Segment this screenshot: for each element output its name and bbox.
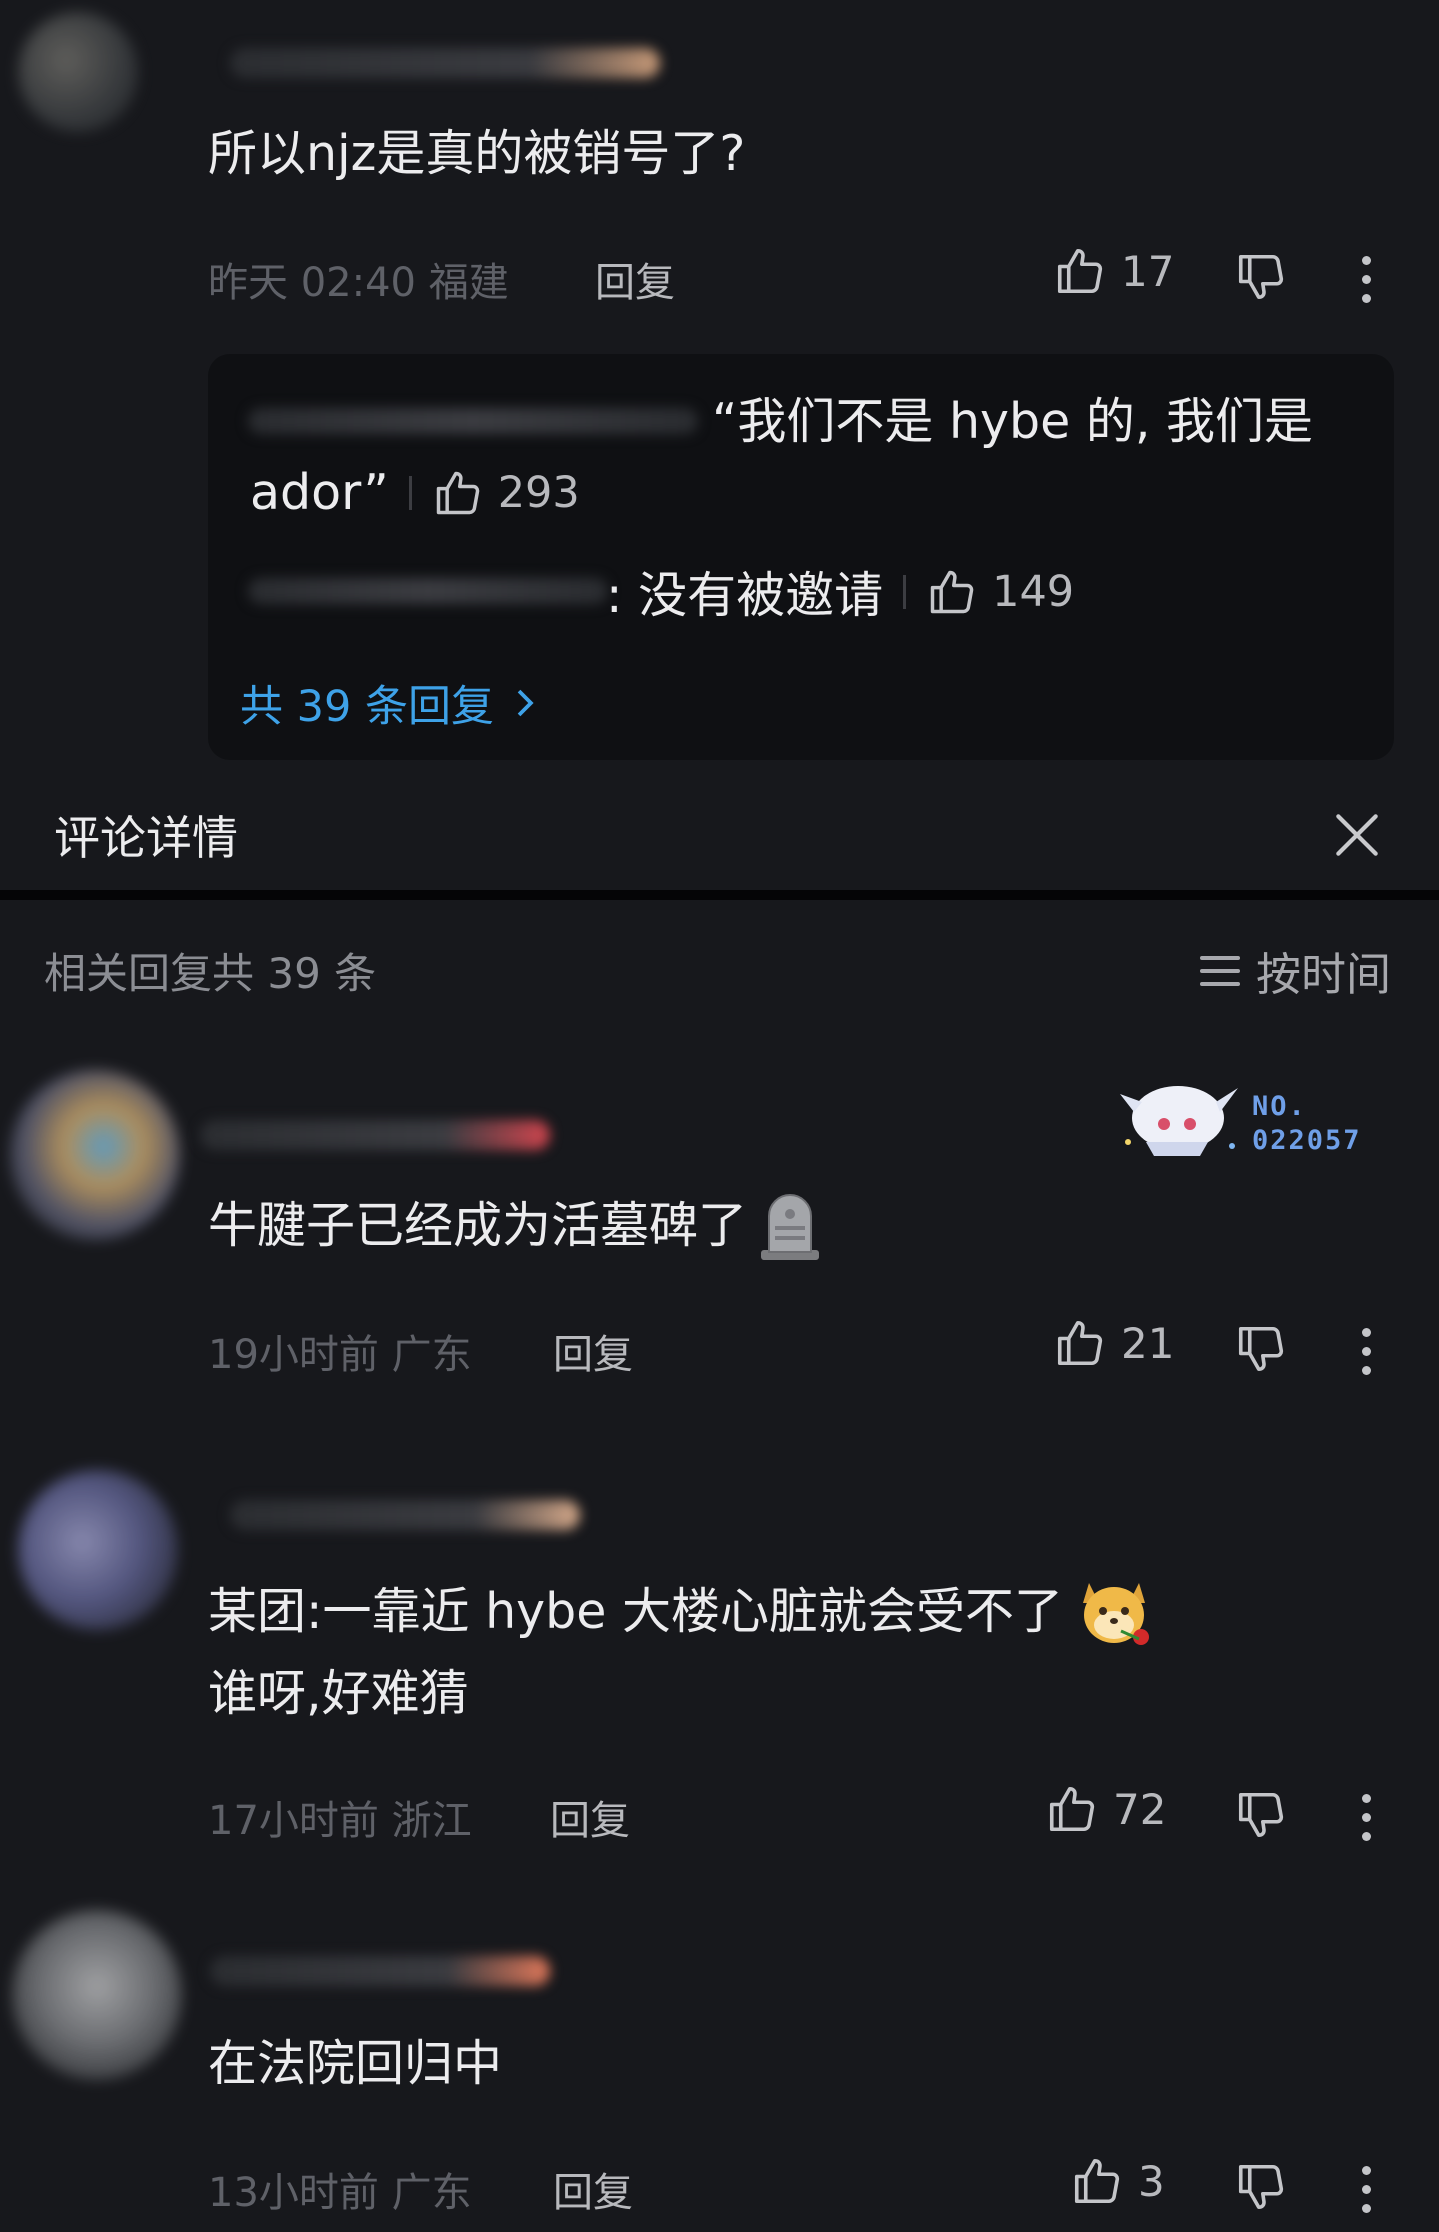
reply-button[interactable]: 回复 [550,1788,630,1846]
comment-meta: 17小时前 浙江 [208,1798,472,1844]
reply-preview-line: : 没有被邀请 149 [606,556,1074,627]
thumbs-down-icon[interactable] [1234,2160,1288,2214]
like-count: 149 [992,566,1075,617]
like-button[interactable]: 72 [1045,1782,1166,1836]
thumbs-up-icon [436,471,479,514]
reply-preview-text: ador” [250,464,389,521]
like-button[interactable]: 21 [1053,1316,1174,1370]
more-vertical-icon[interactable] [1360,256,1372,303]
dog-rose-emoji-icon [1082,1583,1149,1645]
divider [903,574,907,609]
thumbs-down-icon[interactable] [1234,1788,1288,1842]
comment-text-line2: 谁呀,好难猜 [208,1665,469,1722]
related-count: 相关回复共 39 条 [44,949,377,998]
reply-preview-text: “我们不是 hybe 的, 我们是 [712,393,1313,450]
more-vertical-icon[interactable] [1360,1328,1372,1375]
comment-meta: 13小时前 广东 [208,2170,472,2216]
username-blurred[interactable] [200,1120,550,1150]
reply-preview-box[interactable]: “我们不是 hybe 的, 我们是 ador” 293 : 没有被邀请 149 … [208,354,1394,760]
close-icon[interactable] [1329,807,1385,863]
more-vertical-icon[interactable] [1360,2166,1372,2213]
like-button[interactable]: 293 [432,467,580,519]
thumbs-down-icon[interactable] [1234,1322,1288,1376]
like-count: 293 [497,467,580,518]
anime-avatar-icon [1120,1086,1238,1156]
top-comment: 所以njz是真的被销号了? 昨天 02:40 福建 回复 17 “我们不是 hy… [0,0,1439,890]
avatar[interactable] [18,1470,178,1630]
comment-text: 在法院回归中 [208,2035,503,2092]
avatar[interactable] [12,1910,182,2080]
related-bar: 相关回复共 39 条 按时间 [0,900,1439,1030]
like-count: 72 [1113,1784,1167,1834]
like-count: 21 [1121,1318,1175,1368]
thumbs-up-icon [1057,248,1103,294]
more-vertical-icon[interactable] [1360,1794,1372,1841]
username-blurred [248,408,698,434]
reply-preview-line: “我们不是 hybe 的, 我们是 [712,382,1313,453]
sort-label: 按时间 [1255,948,1391,1001]
username-blurred[interactable] [210,1956,550,1986]
badge-line: 022057 [1252,1125,1362,1156]
reply-preview-text: : 没有被邀请 [606,567,884,624]
comment-meta: 19小时前 广东 [208,1332,472,1378]
reply-button[interactable]: 回复 [553,1322,633,1380]
avatar[interactable] [10,1070,180,1240]
like-button[interactable]: 149 [926,566,1074,618]
comment-text-body: 牛腱子已经成为活墓碑了 [208,1197,748,1254]
like-button[interactable]: 3 [1070,2154,1165,2208]
thumbs-down-icon[interactable] [1234,250,1288,304]
comment-text: 所以njz是真的被销号了? [208,125,746,182]
username-blurred[interactable] [230,48,660,78]
reply-button[interactable]: 回复 [553,2160,633,2218]
section-divider [0,890,1439,900]
comment-page: 所以njz是真的被销号了? 昨天 02:40 福建 回复 17 “我们不是 hy… [0,0,1439,2232]
badge-number: NO. 022057 [1252,1090,1362,1158]
fan-badge[interactable]: NO. 022057 [1116,1072,1382,1162]
thumbs-up-icon [1049,1786,1095,1832]
thumbs-up-icon [1057,1320,1103,1366]
comment-text-body: 某团:一靠近 hybe 大楼心脏就会受不了 [208,1583,1063,1640]
username-blurred[interactable] [230,1500,580,1530]
view-all-label: 共 39 条回复 [240,682,495,732]
comment-text: 牛腱子已经成为活墓碑了 [208,1184,821,1268]
sort-icon [1199,955,1240,986]
tombstone-emoji-icon [761,1194,820,1260]
username-blurred [248,578,608,604]
comment-text: 某团:一靠近 hybe 大楼心脏就会受不了 [208,1570,1153,1654]
like-button[interactable]: 17 [1053,244,1174,298]
avatar[interactable] [18,12,138,132]
like-count: 3 [1138,2156,1165,2206]
thumbs-up-icon [1074,2158,1120,2204]
reply-preview-line: ador” 293 [250,464,580,521]
view-all-replies-link[interactable]: 共 39 条回复 [240,672,538,734]
thumbs-up-icon [930,570,974,613]
chevron-right-icon [517,689,534,717]
reply-button[interactable]: 回复 [595,250,675,308]
like-count: 17 [1121,246,1175,296]
badge-line: NO. [1252,1091,1307,1122]
detail-header: 评论详情 [0,780,1439,890]
sort-button[interactable]: 按时间 [1199,938,1391,1003]
divider [408,475,412,510]
comment-meta: 昨天 02:40 福建 [208,260,509,306]
page-title: 评论详情 [54,811,238,865]
